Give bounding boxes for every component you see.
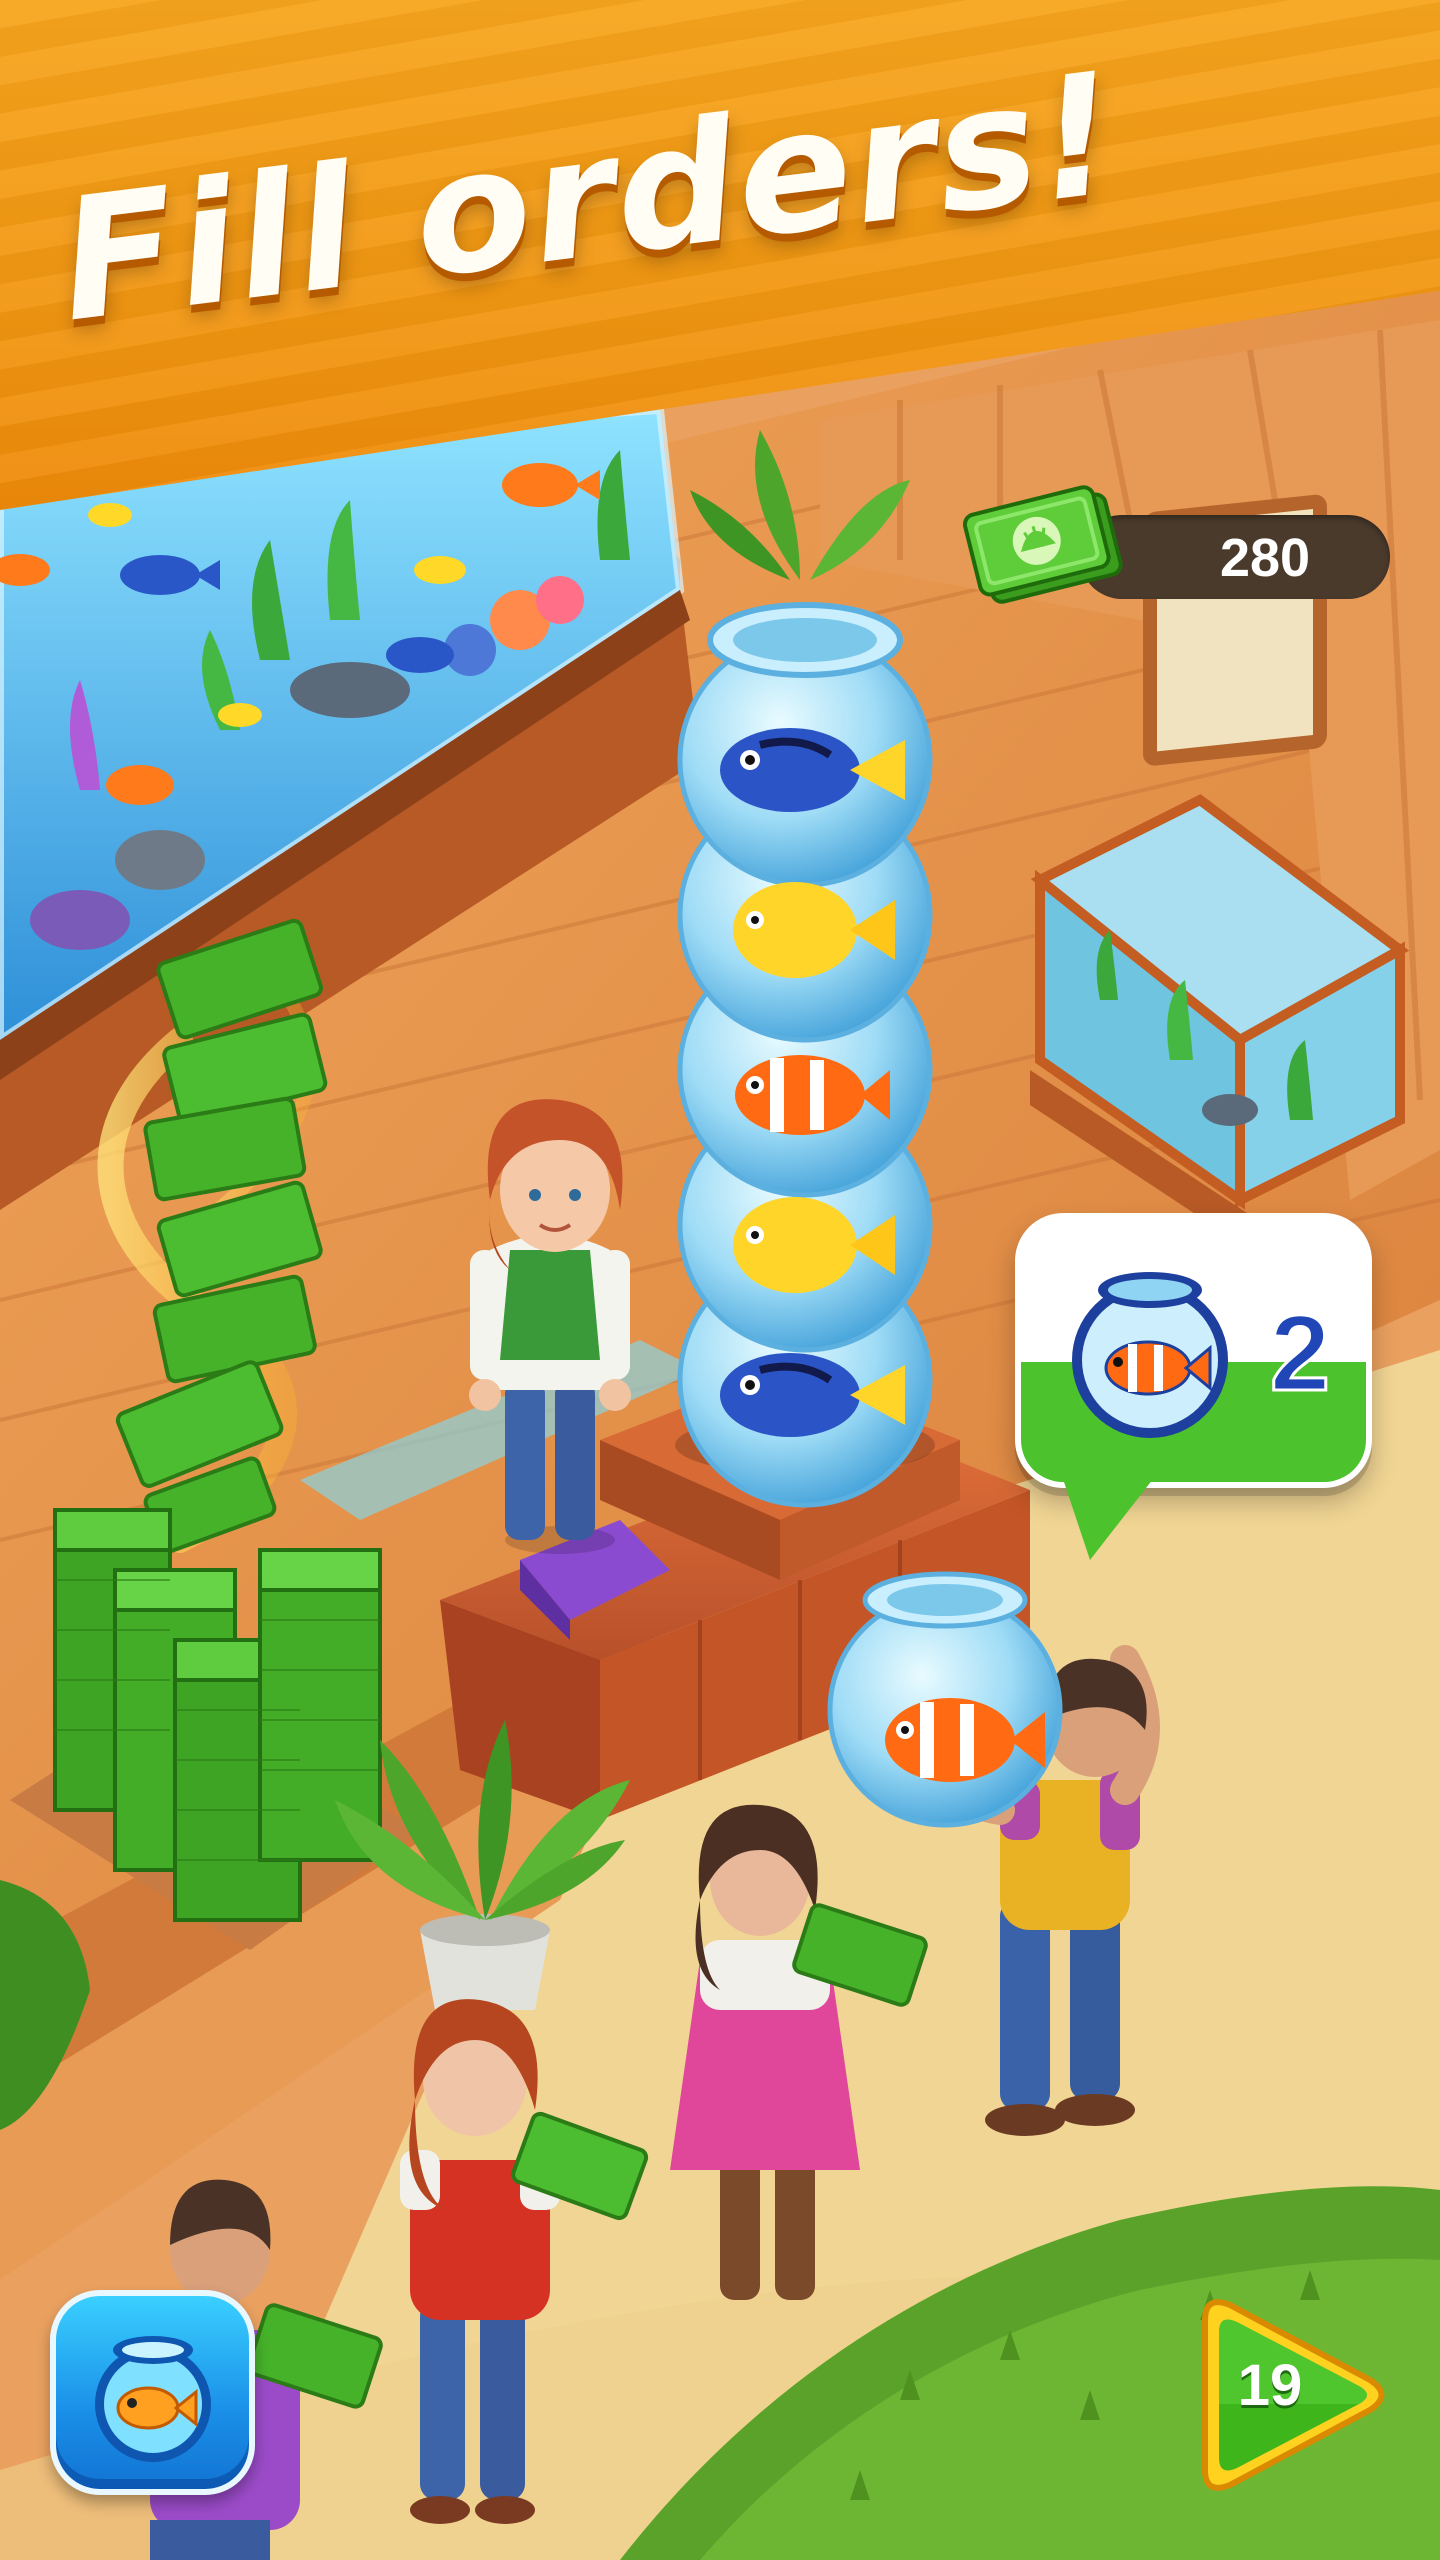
fishbowl-icon bbox=[95, 2336, 211, 2462]
level-number: 19 bbox=[1237, 2353, 1303, 2418]
currency-amount: 280 bbox=[1219, 528, 1311, 588]
order-bubble-tail bbox=[1060, 1470, 1160, 1560]
cash-icon bbox=[962, 485, 1123, 604]
fishbowl-clownfish-icon bbox=[1072, 1272, 1228, 1438]
aquarium-button[interactable] bbox=[50, 2290, 255, 2495]
order-count: 2 bbox=[1268, 1291, 1331, 1415]
banner-title: Fill orders! bbox=[50, 35, 1128, 360]
